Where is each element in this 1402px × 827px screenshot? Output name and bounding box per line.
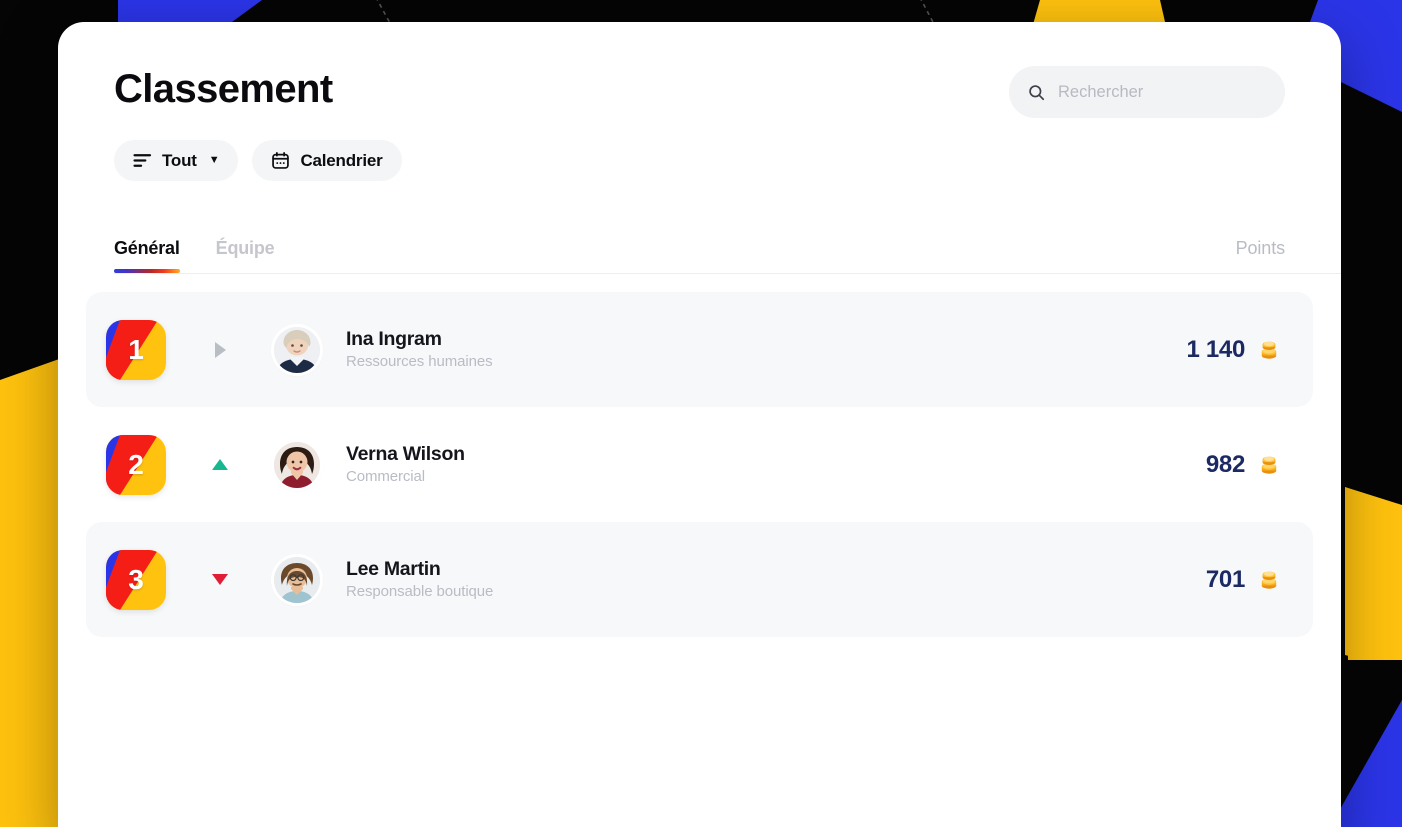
score-cell: 982 [1206,451,1281,479]
person-role: Commercial [346,468,426,486]
card-header: Classement Tout ▼ [58,22,1341,181]
avatar [274,441,320,488]
leaderboard-card: Classement Tout ▼ [58,22,1341,827]
coins-icon [1257,568,1281,592]
person-info: Ina Ingram Ressources humaines [346,328,493,371]
person-info: Lee Martin Responsable boutique [346,558,493,601]
person-name: Ina Ingram [346,327,442,350]
tab-equipe[interactable]: Équipe [216,238,275,273]
tab-bar: Général Équipe Points [58,219,1341,273]
trend-indicator [166,341,274,358]
chevron-down-icon: ▼ [208,154,220,166]
person-info: Verna Wilson Commercial [346,443,465,486]
score-value: 1 140 [1186,335,1245,363]
rank-badge: 2 [106,434,166,495]
score-cell: 1 140 [1186,336,1281,364]
filter-chip-label: Tout [162,150,197,170]
screenshot-root: Classement Tout ▼ [0,0,1402,827]
coins-icon [1257,453,1281,477]
search-box[interactable] [1009,66,1285,118]
person-role: Responsable boutique [346,583,494,601]
search-icon [1027,83,1046,102]
triangle-right-icon [214,341,226,358]
filter-chip-group: Tout ▼ Calendrier [114,140,1285,181]
triangle-down-icon [212,574,228,585]
avatar [274,326,320,373]
person-role: Ressources humaines [346,353,493,371]
avatar [274,556,320,603]
filter-chip-tout[interactable]: Tout ▼ [114,140,239,181]
table-row[interactable]: 2 Verna Wilson Commercial 982 [86,407,1313,522]
tab-list: Général Équipe [114,238,275,273]
score-value: 701 [1205,565,1245,593]
score-cell: 701 [1206,566,1281,594]
person-name: Verna Wilson [346,442,465,465]
triangle-up-icon [212,459,228,470]
rank-badge: 3 [106,549,166,610]
trend-indicator [166,574,274,585]
table-row[interactable]: 1 Ina Ingram Ressources humaines 1 140 [86,292,1313,407]
filter-chip-calendrier[interactable]: Calendrier [252,140,402,181]
leaderboard-list: 1 Ina Ingram Ressources humaines 1 140 2… [58,274,1341,637]
search-input[interactable] [1058,82,1267,102]
filter-lines-icon [133,153,152,168]
trend-indicator [166,459,274,470]
rank-badge: 1 [106,319,166,380]
person-name: Lee Martin [346,557,441,580]
coins-icon [1257,338,1281,362]
table-row[interactable]: 3 Lee Martin Responsable boutique 701 [86,522,1313,637]
rank-number: 3 [128,563,144,595]
filter-chip-label: Calendrier [300,150,383,170]
column-header-points: Points [1235,238,1286,258]
calendar-icon [271,151,290,170]
rank-number: 1 [128,333,144,365]
rank-number: 2 [128,448,144,480]
score-value: 982 [1205,450,1245,478]
tab-general[interactable]: Général [114,238,180,273]
